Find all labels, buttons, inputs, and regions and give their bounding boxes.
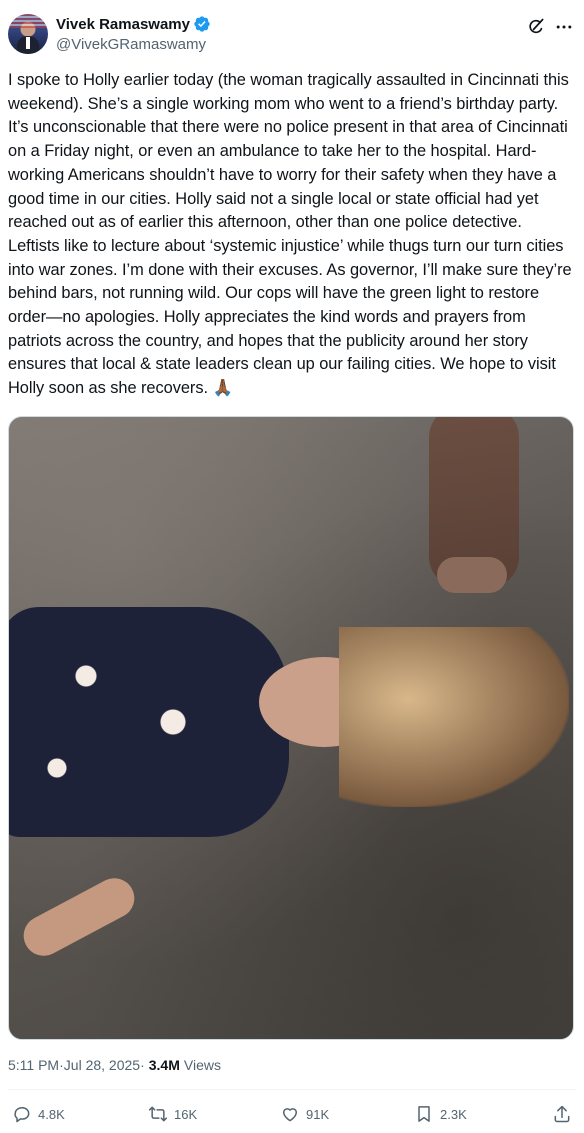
media-shoe bbox=[437, 557, 507, 593]
divider bbox=[8, 1089, 576, 1090]
tweet-time[interactable]: 5:11 PM bbox=[8, 1057, 59, 1073]
action-bar: 4.8K 16K 91K 2.3K bbox=[8, 1104, 576, 1128]
tweet-date[interactable]: Jul 28, 2025 bbox=[64, 1057, 140, 1073]
more-icon[interactable] bbox=[554, 17, 574, 37]
avatar[interactable] bbox=[8, 14, 48, 54]
repost-icon bbox=[148, 1106, 168, 1122]
like-button[interactable]: 91K bbox=[280, 1104, 329, 1124]
verified-badge-icon bbox=[194, 16, 210, 32]
author-handle[interactable]: @VivekGRamaswamy bbox=[56, 36, 206, 53]
avatar-tie bbox=[26, 37, 30, 49]
bookmark-icon bbox=[418, 1106, 430, 1122]
share-icon bbox=[554, 1105, 570, 1123]
bookmark-count: 2.3K bbox=[440, 1106, 467, 1122]
views-count: 3.4M bbox=[148, 1057, 180, 1073]
repost-button[interactable]: 16K bbox=[148, 1104, 197, 1124]
avatar-flag-backdrop bbox=[8, 14, 48, 28]
reply-button[interactable]: 4.8K bbox=[12, 1104, 65, 1124]
share-button[interactable] bbox=[552, 1104, 572, 1124]
reply-count: 4.8K bbox=[38, 1106, 65, 1122]
tweet-text: I spoke to Holly earlier today (the woma… bbox=[8, 71, 577, 398]
bookmark-button[interactable]: 2.3K bbox=[414, 1104, 467, 1124]
media-hair bbox=[339, 627, 569, 807]
meta-separator: · bbox=[140, 1057, 145, 1073]
author-display-name[interactable]: Vivek Ramaswamy bbox=[56, 16, 190, 33]
media-dress bbox=[9, 607, 289, 837]
reply-icon bbox=[14, 1107, 30, 1123]
like-count: 91K bbox=[306, 1106, 330, 1122]
repost-count: 16K bbox=[174, 1106, 198, 1122]
grok-icon[interactable] bbox=[526, 17, 546, 37]
views-label: Views bbox=[183, 1057, 221, 1073]
tweet-media-photo[interactable] bbox=[8, 416, 574, 1040]
tweet-header: Vivek Ramaswamy @VivekGRamaswamy bbox=[8, 10, 576, 58]
tweet-meta: 5:11 PM · Jul 28, 2025 · 3.4M Views bbox=[8, 1057, 221, 1073]
author-name-row[interactable]: Vivek Ramaswamy bbox=[56, 15, 211, 33]
like-icon bbox=[283, 1108, 297, 1122]
